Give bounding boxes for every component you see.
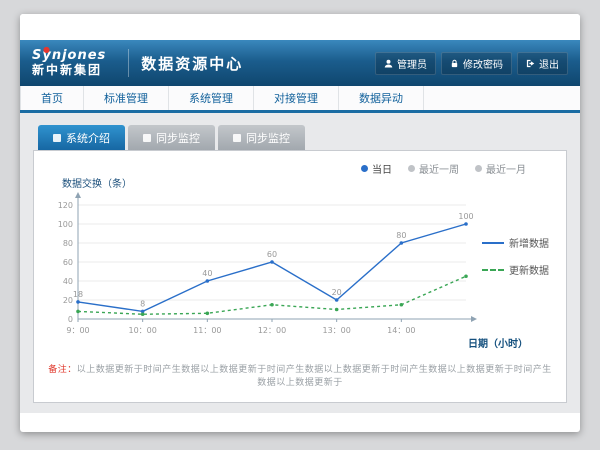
- time-filter[interactable]: 最近一月: [475, 161, 526, 176]
- radio-dot-icon: [475, 165, 482, 172]
- header-action-user[interactable]: 管理员: [375, 52, 436, 75]
- legend-item[interactable]: 更新数据: [482, 262, 549, 277]
- time-filters: 当日 最近一周 最近一月: [48, 157, 552, 175]
- header-action-label: 管理员: [397, 56, 427, 71]
- radio-dot-icon: [408, 165, 415, 172]
- line-chart: 0 20 40 60 80 100 120 9：00 10：00 11：00 12：00 13：00 1…: [48, 189, 478, 347]
- tab-inactive[interactable]: 同步监控: [128, 125, 215, 150]
- svg-text:11：00: 11：00: [193, 326, 221, 335]
- time-filter[interactable]: 当日: [361, 161, 392, 176]
- svg-text:8: 8: [140, 299, 145, 308]
- time-filter-label: 最近一月: [486, 161, 526, 176]
- header-action-lock[interactable]: 修改密码: [441, 52, 512, 75]
- svg-text:9：00: 9：00: [66, 326, 89, 335]
- svg-text:80: 80: [396, 231, 406, 240]
- time-filter-label: 当日: [372, 161, 392, 176]
- app-window: ●Synjones 新中新集团 数据资源中心 管理员修改密码退出 首页标准管理系…: [20, 14, 580, 432]
- main-nav: 首页标准管理系统管理对接管理数据异动: [20, 86, 580, 113]
- app-title: 数据资源中心: [141, 53, 243, 74]
- svg-text:20: 20: [63, 296, 73, 305]
- tab-inactive[interactable]: 同步监控: [218, 125, 305, 150]
- brand-company-name: 新中新集团: [32, 64, 106, 78]
- logo-accent-dot: ●: [43, 45, 51, 54]
- svg-text:13：00: 13：00: [322, 326, 350, 335]
- tab-label: 同步监控: [156, 130, 200, 146]
- footnote: 备注：以上数据更新于时间产生数据以上数据更新于时间产生数据以上数据更新于时间产生…: [48, 362, 552, 394]
- tab-icon: [233, 134, 241, 142]
- user-actions: 管理员 修改密码 退出: [375, 52, 568, 75]
- lock-icon: [450, 59, 459, 68]
- tab-icon: [53, 134, 61, 142]
- x-axis-title: 日期（小时）: [48, 335, 552, 347]
- svg-text:100: 100: [58, 220, 73, 229]
- y-axis-title: 数据交换（条）: [62, 175, 552, 189]
- page-bottom-margin: [20, 413, 580, 429]
- app-header: ●Synjones 新中新集团 数据资源中心 管理员 修改密码 退出: [20, 40, 580, 86]
- nav-item[interactable]: 数据异动: [339, 86, 424, 110]
- chart-row: 0 20 40 60 80 100 120 9：00 10：00 11：00 12：00 13：00 1…: [48, 189, 552, 347]
- header-action-logout[interactable]: 退出: [517, 52, 568, 75]
- svg-text:100: 100: [458, 212, 473, 221]
- header-action-label: 退出: [539, 56, 559, 71]
- radio-dot-icon: [361, 165, 368, 172]
- svg-text:60: 60: [63, 258, 73, 267]
- tab-active[interactable]: 系统介绍: [38, 125, 125, 150]
- svg-text:12：00: 12：00: [258, 326, 286, 335]
- legend-line-icon: [482, 269, 504, 271]
- user-icon: [384, 59, 393, 68]
- brand-logo: ●Synjones 新中新集团: [32, 49, 106, 78]
- svg-text:80: 80: [63, 239, 73, 248]
- svg-text:18: 18: [73, 290, 83, 299]
- legend-item[interactable]: 新增数据: [482, 235, 549, 250]
- svg-text:60: 60: [267, 250, 277, 259]
- content-area: 系统介绍 同步监控 同步监控 当日 最近一周 最近一月 数据交换（条） 0 20 40 60 8…: [20, 113, 580, 413]
- tab-icon: [143, 134, 151, 142]
- footnote-text: 以上数据更新于时间产生数据以上数据更新于时间产生数据以上数据更新于时间产生数据以…: [77, 365, 552, 388]
- tab-bar: 系统介绍 同步监控 同步监控: [33, 125, 567, 150]
- brand-logo-text: ●Synjones: [32, 49, 106, 64]
- legend-label: 新增数据: [509, 235, 549, 250]
- nav-item[interactable]: 对接管理: [254, 86, 339, 110]
- svg-text:120: 120: [58, 201, 73, 210]
- series-legend: 新增数据更新数据: [482, 235, 549, 277]
- legend-line-icon: [482, 242, 504, 244]
- nav-item[interactable]: 首页: [20, 86, 84, 110]
- svg-text:10：00: 10：00: [128, 326, 156, 335]
- svg-text:40: 40: [63, 277, 73, 286]
- header-divider: [128, 49, 129, 77]
- svg-text:0: 0: [68, 315, 73, 324]
- page-top-margin: [20, 14, 580, 40]
- nav-item[interactable]: 标准管理: [84, 86, 169, 110]
- tab-label: 同步监控: [246, 130, 290, 146]
- legend-label: 更新数据: [509, 262, 549, 277]
- logout-icon: [526, 59, 535, 68]
- chart-panel: 当日 最近一周 最近一月 数据交换（条） 0 20 40 60 80 100 120 9：00 10…: [33, 150, 567, 403]
- time-filter-label: 最近一周: [419, 161, 459, 176]
- tab-label: 系统介绍: [66, 130, 110, 146]
- footnote-label: 备注：: [48, 365, 77, 375]
- header-action-label: 修改密码: [463, 56, 503, 71]
- svg-text:20: 20: [332, 288, 342, 297]
- nav-item[interactable]: 系统管理: [169, 86, 254, 110]
- svg-text:40: 40: [202, 269, 212, 278]
- svg-text:14：00: 14：00: [387, 326, 415, 335]
- time-filter[interactable]: 最近一周: [408, 161, 459, 176]
